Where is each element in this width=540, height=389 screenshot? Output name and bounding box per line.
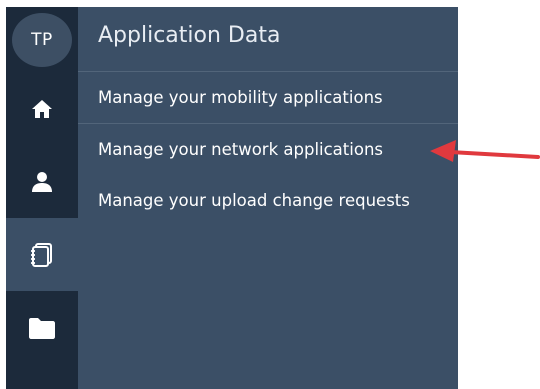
user-avatar[interactable]: TP [12, 12, 72, 67]
menu-item-network-applications[interactable]: Manage your network applications [78, 124, 458, 175]
annotation-arrow-icon [430, 140, 540, 162]
avatar-container: TP [6, 7, 78, 72]
rail-item-application-data[interactable] [6, 218, 78, 291]
notebook-icon [31, 242, 52, 267]
app-frame: TP Application Data Manage your mobility… [6, 7, 458, 389]
application-menu: Manage your mobility applications Manage… [78, 72, 458, 226]
application-data-panel: Application Data Manage your mobility ap… [78, 7, 458, 389]
rail-item-documents[interactable] [6, 291, 78, 364]
rail-item-profile[interactable] [6, 145, 78, 218]
user-icon [32, 171, 52, 192]
home-icon [32, 99, 52, 118]
folder-icon [29, 317, 55, 339]
icon-rail: TP [6, 7, 78, 389]
menu-item-upload-change-requests[interactable]: Manage your upload change requests [78, 175, 458, 226]
panel-title: Application Data [78, 7, 458, 72]
menu-item-mobility-applications[interactable]: Manage your mobility applications [78, 72, 458, 124]
rail-item-home[interactable] [6, 72, 78, 145]
